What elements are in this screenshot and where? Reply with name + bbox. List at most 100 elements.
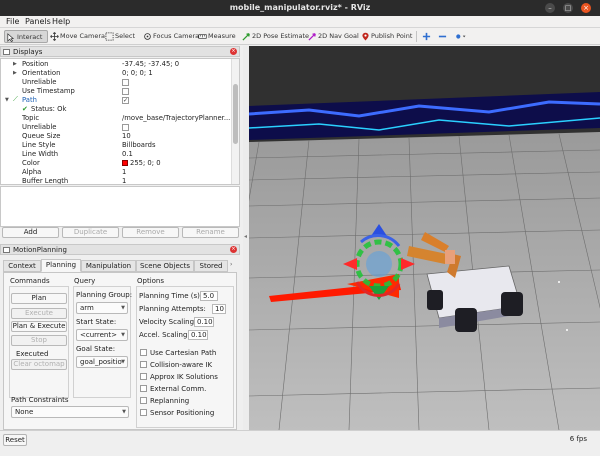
tab-context[interactable]: Context [3, 260, 41, 272]
remove-tool-icon[interactable] [438, 32, 447, 41]
plan-button[interactable]: Plan [11, 293, 67, 304]
display-property-row[interactable]: ▼ ⟋ Path ✓ [1, 95, 232, 105]
replanning-checkbox[interactable]: Replanning [140, 397, 189, 405]
tabs-scroll-icon[interactable]: › [230, 261, 232, 268]
menu-help[interactable]: Help [52, 17, 70, 26]
approx-ik-solutions-checkbox[interactable]: Approx IK Solutions [140, 373, 218, 381]
property-value-cell[interactable]: 255; 0; 0 [122, 159, 161, 168]
toolbar-separator [416, 31, 417, 42]
expand-arrow-icon[interactable]: ▶ [13, 60, 17, 69]
display-property-row[interactable]: ▶ Orientation 0; 0; 0; 1 [1, 69, 232, 78]
display-property-row[interactable]: Use Timestamp [1, 87, 232, 96]
property-name: Line Style [22, 141, 56, 149]
minimize-icon[interactable]: – [545, 3, 555, 13]
tab-manipulation[interactable]: Manipulation [81, 260, 136, 272]
tool-interact[interactable]: Interact [4, 30, 48, 43]
tab-scene-objects[interactable]: Scene Objects [136, 260, 194, 272]
close-icon[interactable]: × [230, 246, 237, 253]
camera-type-icon[interactable] [454, 32, 468, 41]
property-value[interactable]: 1 [122, 177, 126, 184]
stop-button[interactable]: Stop [11, 335, 67, 346]
display-property-row[interactable]: ▶ Position -37.45; -37.45; 0 [1, 60, 232, 69]
tool-measure[interactable]: Measure [197, 30, 236, 43]
collision-aware-ik-checkbox[interactable]: Collision-aware IK [140, 361, 212, 369]
display-property-row[interactable]: ✔ Status: Ok [1, 105, 232, 114]
menu-file[interactable]: File [6, 17, 19, 26]
property-name: Orientation [22, 69, 61, 77]
tab-stored[interactable]: Stored [194, 260, 228, 272]
property-value[interactable]: 1 [122, 168, 126, 176]
property-value-cell[interactable]: 0; 0; 0; 1 [122, 69, 153, 78]
add-display-button[interactable]: Add [2, 227, 59, 238]
remove-display-button[interactable]: Remove [122, 227, 179, 238]
tool-2d-nav-goal[interactable]: 2D Nav Goal [307, 30, 359, 43]
use-cartesian-path-checkbox[interactable]: Use Cartesian Path [140, 349, 216, 357]
property-value-cell[interactable]: -37.45; -37.45; 0 [122, 60, 179, 69]
3d-render-view[interactable] [249, 46, 600, 430]
accel-scaling-input[interactable]: 0.10 [188, 330, 208, 340]
display-buttons: Add Duplicate Remove Rename [0, 226, 240, 239]
clear-octomap-button[interactable]: Clear octomap [11, 359, 67, 370]
property-value-cell[interactable]: 0.1 [122, 150, 133, 159]
property-value[interactable]: 10 [122, 132, 131, 140]
display-property-row[interactable]: Queue Size 10 [1, 132, 232, 141]
property-value-cell[interactable]: /move_base/TrajectoryPlanner... [122, 114, 230, 123]
expand-arrow-icon[interactable]: ▶ [13, 69, 17, 78]
property-checkbox[interactable] [122, 79, 129, 86]
external-comm-checkbox[interactable]: External Comm. [140, 385, 206, 393]
interactive-marker-sphere[interactable] [366, 251, 392, 277]
tool-select[interactable]: Select [104, 30, 135, 43]
path-constraints-select[interactable]: None ▼ [11, 406, 129, 418]
property-value-cell[interactable]: 10 [122, 132, 131, 141]
add-tool-icon[interactable] [422, 32, 431, 41]
sensor-positioning-checkbox[interactable]: Sensor Positioning [140, 409, 214, 417]
property-value[interactable]: Billboards [122, 141, 156, 149]
display-property-row[interactable]: Unreliable [1, 123, 232, 132]
tool-focus-camera[interactable]: Focus Camera [142, 30, 199, 43]
property-value-cell[interactable]: Billboards [122, 141, 156, 150]
property-checkbox[interactable] [122, 88, 129, 95]
tab-planning[interactable]: Planning [41, 259, 81, 272]
start-state-select[interactable]: <current> ▼ [76, 329, 128, 341]
display-property-row[interactable]: Line Style Billboards [1, 141, 232, 150]
execute-button[interactable]: Execute [11, 308, 67, 319]
displays-scrollbar[interactable] [231, 59, 239, 184]
property-checkbox[interactable]: ✓ [122, 97, 129, 104]
property-value[interactable]: -37.45; -37.45; 0 [122, 60, 179, 68]
reset-button[interactable]: Reset [3, 434, 27, 446]
tool-move-camera[interactable]: Move Camera [49, 30, 105, 43]
display-property-row[interactable]: Buffer Length 1 [1, 177, 232, 184]
scrollbar-thumb[interactable] [233, 84, 238, 144]
property-checkbox[interactable] [122, 124, 129, 131]
close-icon[interactable]: × [581, 3, 591, 13]
maximize-icon[interactable]: □ [563, 3, 573, 13]
goal-state-select[interactable]: goal_positio ▼ [76, 356, 128, 368]
rename-display-button[interactable]: Rename [182, 227, 239, 238]
planning-attempts-input[interactable]: 10 [212, 304, 226, 314]
property-value[interactable]: 0.1 [122, 150, 133, 158]
display-property-row[interactable]: Color 255; 0; 0 [1, 159, 232, 168]
plan-and-execute-button[interactable]: Plan & Execute [11, 321, 67, 332]
property-value-cell[interactable]: 1 [122, 177, 126, 184]
property-value[interactable]: 0; 0; 0; 1 [122, 69, 153, 77]
expand-arrow-open-icon[interactable]: ▼ [5, 96, 9, 105]
tool-2d-pose-estimate[interactable]: 2D Pose Estimate [241, 30, 309, 43]
close-icon[interactable]: × [230, 48, 237, 55]
display-property-row[interactable]: Line Width 0.1 [1, 150, 232, 159]
3d-scene [249, 46, 600, 430]
property-value-cell[interactable]: 1 [122, 168, 126, 177]
property-value[interactable]: /move_base/TrajectoryPlanner... [122, 114, 230, 122]
velocity-scaling-input[interactable]: 0.10 [194, 317, 214, 327]
display-property-row[interactable]: Topic/move_base/TrajectoryPlanner... [1, 114, 232, 123]
duplicate-display-button[interactable]: Duplicate [62, 227, 119, 238]
display-property-row[interactable]: Alpha 1 [1, 168, 232, 177]
color-swatch[interactable] [122, 160, 128, 166]
planning-time-input[interactable]: 5.0 [200, 291, 218, 301]
status-ok-icon: ✔ [22, 105, 28, 113]
display-property-row[interactable]: Unreliable [1, 78, 232, 87]
menu-panels[interactable]: Panels [25, 17, 51, 26]
displays-tree[interactable]: Buffer Length 1 Alpha 1 Color 255; 0; 0 Line W… [0, 58, 240, 185]
tool-publish-point[interactable]: Publish Point [360, 30, 412, 43]
planning-group-select[interactable]: arm ▼ [76, 302, 128, 314]
property-value[interactable]: 255; 0; 0 [130, 159, 161, 167]
